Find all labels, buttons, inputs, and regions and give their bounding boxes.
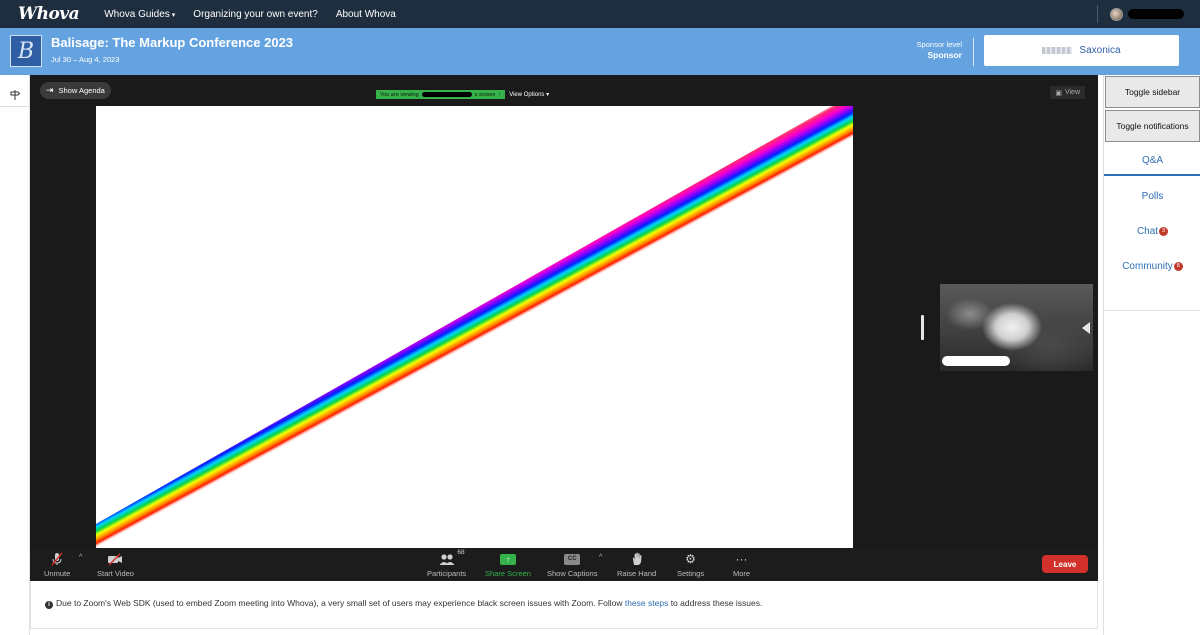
view-options-button[interactable]: View Options ▾ [509, 91, 549, 98]
muted-mic-icon [50, 551, 64, 567]
sidebar-divider [1104, 310, 1200, 311]
black-screen-notice: i Due to Zoom's Web SDK (used to embed Zo… [30, 581, 1098, 629]
shared-screen [96, 106, 853, 548]
share-screen-icon: ↑ [499, 553, 516, 565]
event-logo: B [10, 35, 42, 67]
sponsor-level-value: Sponsor [927, 50, 962, 60]
left-rail [0, 75, 30, 635]
collapse-thumbnail-icon[interactable] [1082, 322, 1090, 334]
tab-community[interactable]: Community 8 [1104, 251, 1200, 281]
zoom-meeting: ⇥ Show Agenda You are viewing s screen ↑… [30, 75, 1098, 581]
settings-button[interactable]: ⚙ Settings [677, 551, 704, 578]
show-agenda-button[interactable]: ⇥ Show Agenda [40, 82, 111, 99]
tab-community-label: Community [1122, 260, 1173, 272]
show-captions-button[interactable]: CC Show Captions [547, 551, 597, 578]
unmute-button[interactable]: Unmute [44, 551, 70, 578]
view-label: View [1064, 89, 1080, 96]
chevron-down-icon: ▾ [171, 11, 176, 19]
nav-about-whova[interactable]: About Whova [336, 9, 396, 20]
viewing-prefix: You are viewing [380, 91, 419, 98]
viewing-indicator: You are viewing s screen ↑ [376, 90, 506, 99]
more-label: More [733, 569, 751, 578]
participants-icon: 68 [439, 549, 465, 567]
view-options-label: View Options [509, 92, 545, 98]
tab-chat-label: Chat [1136, 225, 1159, 237]
layout-icon: ▣ [1055, 89, 1062, 97]
sponsor-button[interactable]: Saxonica [984, 35, 1179, 66]
event-logo-letter: B [17, 38, 35, 64]
tab-qa[interactable]: Q&A [1104, 146, 1200, 176]
expand-panel-icon: ⇥ [46, 85, 54, 95]
event-dates: Jul 30 – Aug 4, 2023 [51, 55, 120, 64]
these-steps-link[interactable]: these steps [625, 598, 668, 608]
show-captions-label: Show Captions [547, 569, 598, 578]
chat-unread-badge: 3 [1159, 226, 1169, 236]
unmute-label: Unmute [44, 569, 71, 578]
share-screen-button[interactable]: ↑ Share Screen [485, 551, 531, 578]
participants-button[interactable]: 68 Participants [427, 549, 467, 578]
avatar [1110, 7, 1123, 21]
nav-organizing-event[interactable]: Organizing your own event? [193, 9, 318, 20]
gear-icon: ⚙ [685, 552, 696, 566]
start-video-button[interactable]: Start Video [97, 551, 134, 578]
signpost-icon [10, 89, 20, 100]
video-off-icon [107, 551, 123, 567]
raise-hand-label: Raise Hand [617, 569, 657, 578]
toggle-sidebar-button[interactable]: Toggle sidebar [1105, 76, 1200, 108]
viewing-suffix: s screen [474, 91, 496, 98]
start-video-label: Start Video [97, 569, 134, 578]
zoom-control-bar: Unmute ^ Start Video 68 Participants ↑ S… [30, 548, 1098, 581]
more-button[interactable]: ··· More [733, 551, 750, 578]
shared-screen-content [96, 106, 853, 548]
hand-icon [631, 551, 643, 567]
notice-text: i Due to Zoom's Web SDK (used to embed Zo… [45, 598, 762, 609]
audio-options-caret-icon[interactable]: ^ [79, 554, 82, 561]
show-agenda-label: Show Agenda [58, 86, 105, 95]
nav-whova-guides-label: Whova Guides [104, 8, 170, 20]
nav-whova-guides[interactable]: Whova Guides ▾ [104, 9, 175, 20]
presenter-name-redacted [421, 92, 472, 97]
participants-label: Participants [427, 569, 467, 578]
community-unread-badge: 8 [1173, 261, 1183, 271]
user-menu[interactable] [1097, 5, 1184, 23]
sponsor-logo-icon [1042, 47, 1073, 54]
event-title: Balisage: The Markup Conference 2023 [51, 35, 294, 50]
divider [973, 38, 974, 66]
participant-name-redacted [942, 356, 1010, 366]
leave-button[interactable]: Leave [1042, 555, 1088, 573]
view-button[interactable]: ▣ View [1050, 86, 1085, 99]
top-nav: Whova Whova Guides ▾ Organizing your own … [0, 0, 1200, 28]
settings-label: Settings [677, 569, 705, 578]
event-header: B Balisage: The Markup Conference 2023 J… [0, 28, 1200, 75]
toggle-notifications-button[interactable]: Toggle notifications [1105, 110, 1200, 142]
more-dots-icon: ··· [735, 552, 748, 566]
captions-icon: CC [564, 553, 581, 565]
whova-logo[interactable]: Whova [18, 4, 80, 24]
right-sidebar: Toggle sidebar Toggle notifications Q&A … [1103, 75, 1200, 635]
sponsor-name: Saxonica [1079, 45, 1121, 56]
notice-before: Due to Zoom's Web SDK (used to embed Zoo… [56, 598, 625, 608]
thumbnail-drag-handle[interactable] [921, 315, 924, 340]
sponsor-level: Sponsor level Sponsor [880, 39, 962, 61]
raise-hand-button[interactable]: Raise Hand [617, 551, 656, 578]
collapse-agenda-button[interactable] [0, 83, 29, 107]
participants-count: 68 [457, 549, 465, 556]
captions-options-caret-icon[interactable]: ^ [599, 554, 602, 561]
tab-chat[interactable]: Chat 3 [1104, 216, 1200, 246]
viewing-banner: You are viewing s screen ↑ View Options … [376, 90, 549, 99]
participant-video-thumbnail[interactable] [940, 284, 1093, 371]
share-screen-label: Share Screen [485, 569, 531, 578]
sponsor-level-label: Sponsor level [916, 40, 962, 49]
tab-polls[interactable]: Polls [1104, 181, 1200, 211]
notice-after: to address these issues. [668, 598, 763, 608]
pin-icon: ↑ [498, 91, 502, 98]
username-redacted [1128, 9, 1184, 19]
info-icon: i [45, 601, 53, 609]
